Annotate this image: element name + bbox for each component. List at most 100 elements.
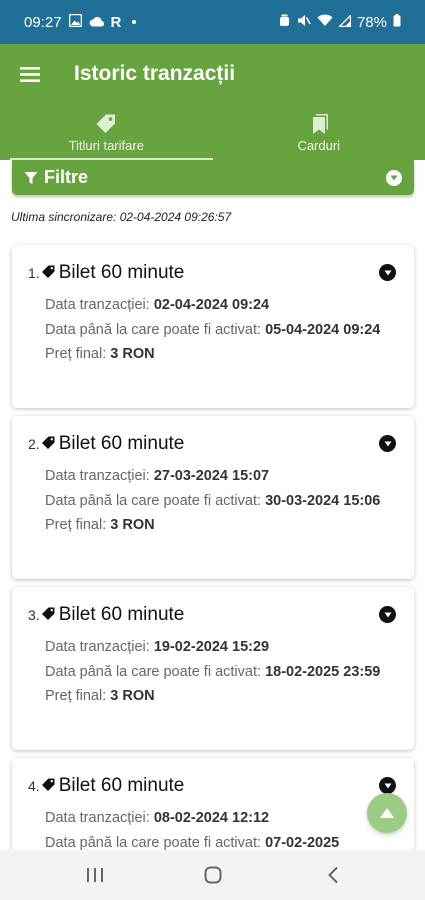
activation-date-value: 18-02-2025 23:59 bbox=[265, 663, 381, 680]
activation-date-value: 30-03-2024 15:06 bbox=[265, 492, 381, 509]
transaction-card[interactable]: 1. Bilet 60 minute Data tranzacției: 02-… bbox=[12, 245, 414, 408]
activation-date-row: Data până la care poate fi activat: 18-0… bbox=[45, 660, 385, 685]
filter-icon bbox=[24, 171, 38, 184]
transaction-card[interactable]: 3. Bilet 60 minute Data tranzacției: 19-… bbox=[12, 587, 414, 750]
notification-dot-icon bbox=[132, 20, 137, 24]
bookmarks-icon bbox=[309, 112, 329, 136]
scroll-to-top-button[interactable] bbox=[367, 793, 407, 833]
price-row: Preț final: 3 RON bbox=[45, 513, 385, 538]
activation-date-row: Data până la care poate fi activat: 07-0… bbox=[45, 831, 385, 851]
price-label: Preț final: bbox=[45, 688, 111, 704]
ticket-tag-icon bbox=[41, 778, 55, 796]
activation-date-label: Data până la care poate fi activat: bbox=[45, 321, 266, 338]
filter-label: Filtre bbox=[44, 167, 89, 187]
recent-apps-icon bbox=[87, 868, 103, 882]
status-bar: 09:27 R 78% bbox=[0, 0, 425, 44]
menu-button[interactable] bbox=[0, 44, 60, 104]
page-title: Istoric tranzacții bbox=[74, 62, 236, 85]
card-title: Bilet 60 minute bbox=[58, 775, 185, 796]
card-header: 3. Bilet 60 minute bbox=[28, 604, 184, 626]
mute-icon bbox=[297, 14, 311, 31]
signal-icon bbox=[337, 13, 352, 31]
chevron-down-icon[interactable] bbox=[386, 169, 402, 186]
price-row: Preț final: 3 RON bbox=[45, 684, 385, 709]
tab-label: Titluri tarifare bbox=[68, 137, 144, 153]
tab-label: Carduri bbox=[297, 137, 341, 153]
transaction-date-label: Data tranzacției: bbox=[45, 810, 154, 826]
activation-date-value: 07-02-2025 bbox=[265, 834, 340, 851]
transaction-card[interactable]: 2. Bilet 60 minute Data tranzacției: 27-… bbox=[12, 416, 414, 579]
home-icon bbox=[204, 866, 222, 884]
status-right: 78% bbox=[278, 13, 401, 31]
card-title: Bilet 60 minute bbox=[58, 262, 185, 283]
gallery-icon bbox=[68, 13, 82, 31]
price-label: Preț final: bbox=[45, 517, 111, 533]
expand-icon[interactable] bbox=[379, 777, 396, 794]
back-button[interactable] bbox=[322, 864, 344, 886]
transaction-date-value: 08-02-2024 12:12 bbox=[153, 810, 270, 826]
card-number: 2. bbox=[28, 436, 40, 452]
price-label: Preț final: bbox=[45, 346, 111, 362]
cloud-icon bbox=[89, 14, 104, 31]
tag-icon bbox=[95, 112, 117, 136]
price-value: 3 RON bbox=[110, 517, 155, 533]
price-value: 3 RON bbox=[110, 346, 155, 362]
transaction-date-row: Data tranzacției: 02-04-2024 09:24 bbox=[45, 293, 385, 318]
activation-date-row: Data până la care poate fi activat: 30-0… bbox=[45, 489, 385, 514]
expand-icon[interactable] bbox=[379, 606, 396, 623]
carrier-letter: R bbox=[110, 13, 122, 31]
card-number: 1. bbox=[28, 265, 40, 281]
ticket-tag-icon bbox=[41, 265, 55, 283]
card-details: Data tranzacției: 27-03-2024 15:07 Data … bbox=[45, 464, 385, 538]
card-header: 2. Bilet 60 minute bbox=[28, 433, 184, 455]
recent-apps-button[interactable] bbox=[84, 864, 106, 886]
ticket-tag-icon bbox=[41, 436, 55, 454]
transaction-date-row: Data tranzacției: 08-02-2024 12:12 bbox=[45, 806, 385, 831]
transaction-date-value: 19-02-2024 15:29 bbox=[153, 639, 270, 655]
tab-bar: Titluri tarifare Carduri bbox=[0, 104, 425, 160]
activation-date-label: Data până la care poate fi activat: bbox=[45, 492, 266, 509]
transaction-date-row: Data tranzacției: 27-03-2024 15:07 bbox=[45, 464, 385, 489]
transaction-date-label: Data tranzacției: bbox=[45, 297, 154, 313]
expand-icon[interactable] bbox=[379, 435, 396, 452]
activation-date-row: Data până la care poate fi activat: 05-0… bbox=[45, 318, 385, 343]
app-bar: Istoric tranzacții bbox=[0, 44, 425, 104]
battery-icon bbox=[393, 13, 401, 31]
card-header: 4. Bilet 60 minute bbox=[28, 775, 184, 797]
price-row: Preț final: 3 RON bbox=[45, 342, 385, 367]
card-title: Bilet 60 minute bbox=[58, 433, 185, 454]
status-time: 09:27 bbox=[24, 13, 62, 31]
system-nav-bar bbox=[0, 850, 425, 900]
battery-percent: 78% bbox=[356, 13, 387, 31]
activation-date-value: 05-04-2024 09:24 bbox=[265, 321, 381, 338]
transaction-date-label: Data tranzacției: bbox=[45, 468, 154, 484]
card-details: Data tranzacției: 08-02-2024 12:12 Data … bbox=[45, 806, 385, 850]
alarm-icon bbox=[278, 14, 291, 31]
price-value: 3 RON bbox=[110, 688, 155, 704]
card-title: Bilet 60 minute bbox=[58, 604, 185, 625]
transaction-date-row: Data tranzacției: 19-02-2024 15:29 bbox=[45, 635, 385, 660]
transactions-content[interactable]: Filtre Ultima sincronizare: 02-04-2024 0… bbox=[0, 160, 425, 850]
tab-titluri-tarifare[interactable]: Titluri tarifare bbox=[0, 104, 213, 160]
transaction-date-label: Data tranzacției: bbox=[45, 639, 154, 655]
card-details: Data tranzacției: 02-04-2024 09:24 Data … bbox=[45, 293, 385, 367]
arrow-up-icon bbox=[380, 808, 394, 818]
filter-bar[interactable]: Filtre bbox=[12, 160, 414, 195]
activation-date-label: Data până la care poate fi activat: bbox=[45, 663, 266, 680]
back-icon bbox=[328, 866, 338, 884]
activation-date-label: Data până la care poate fi activat: bbox=[45, 834, 266, 851]
card-details: Data tranzacției: 19-02-2024 15:29 Data … bbox=[45, 635, 385, 709]
card-number: 3. bbox=[28, 607, 40, 623]
expand-icon[interactable] bbox=[379, 264, 396, 281]
transaction-card[interactable]: 4. Bilet 60 minute Data tranzacției: 08-… bbox=[12, 758, 414, 850]
ticket-tag-icon bbox=[41, 607, 55, 625]
last-sync-text: Ultima sincronizare: 02-04-2024 09:26:57 bbox=[11, 210, 232, 224]
hamburger-icon bbox=[20, 66, 40, 82]
transaction-date-value: 02-04-2024 09:24 bbox=[153, 297, 270, 313]
tab-carduri[interactable]: Carduri bbox=[213, 104, 425, 160]
wifi-icon bbox=[317, 14, 333, 31]
home-button[interactable] bbox=[202, 864, 224, 886]
status-left: 09:27 R bbox=[24, 13, 137, 31]
card-number: 4. bbox=[28, 778, 40, 794]
card-header: 1. Bilet 60 minute bbox=[28, 262, 184, 284]
